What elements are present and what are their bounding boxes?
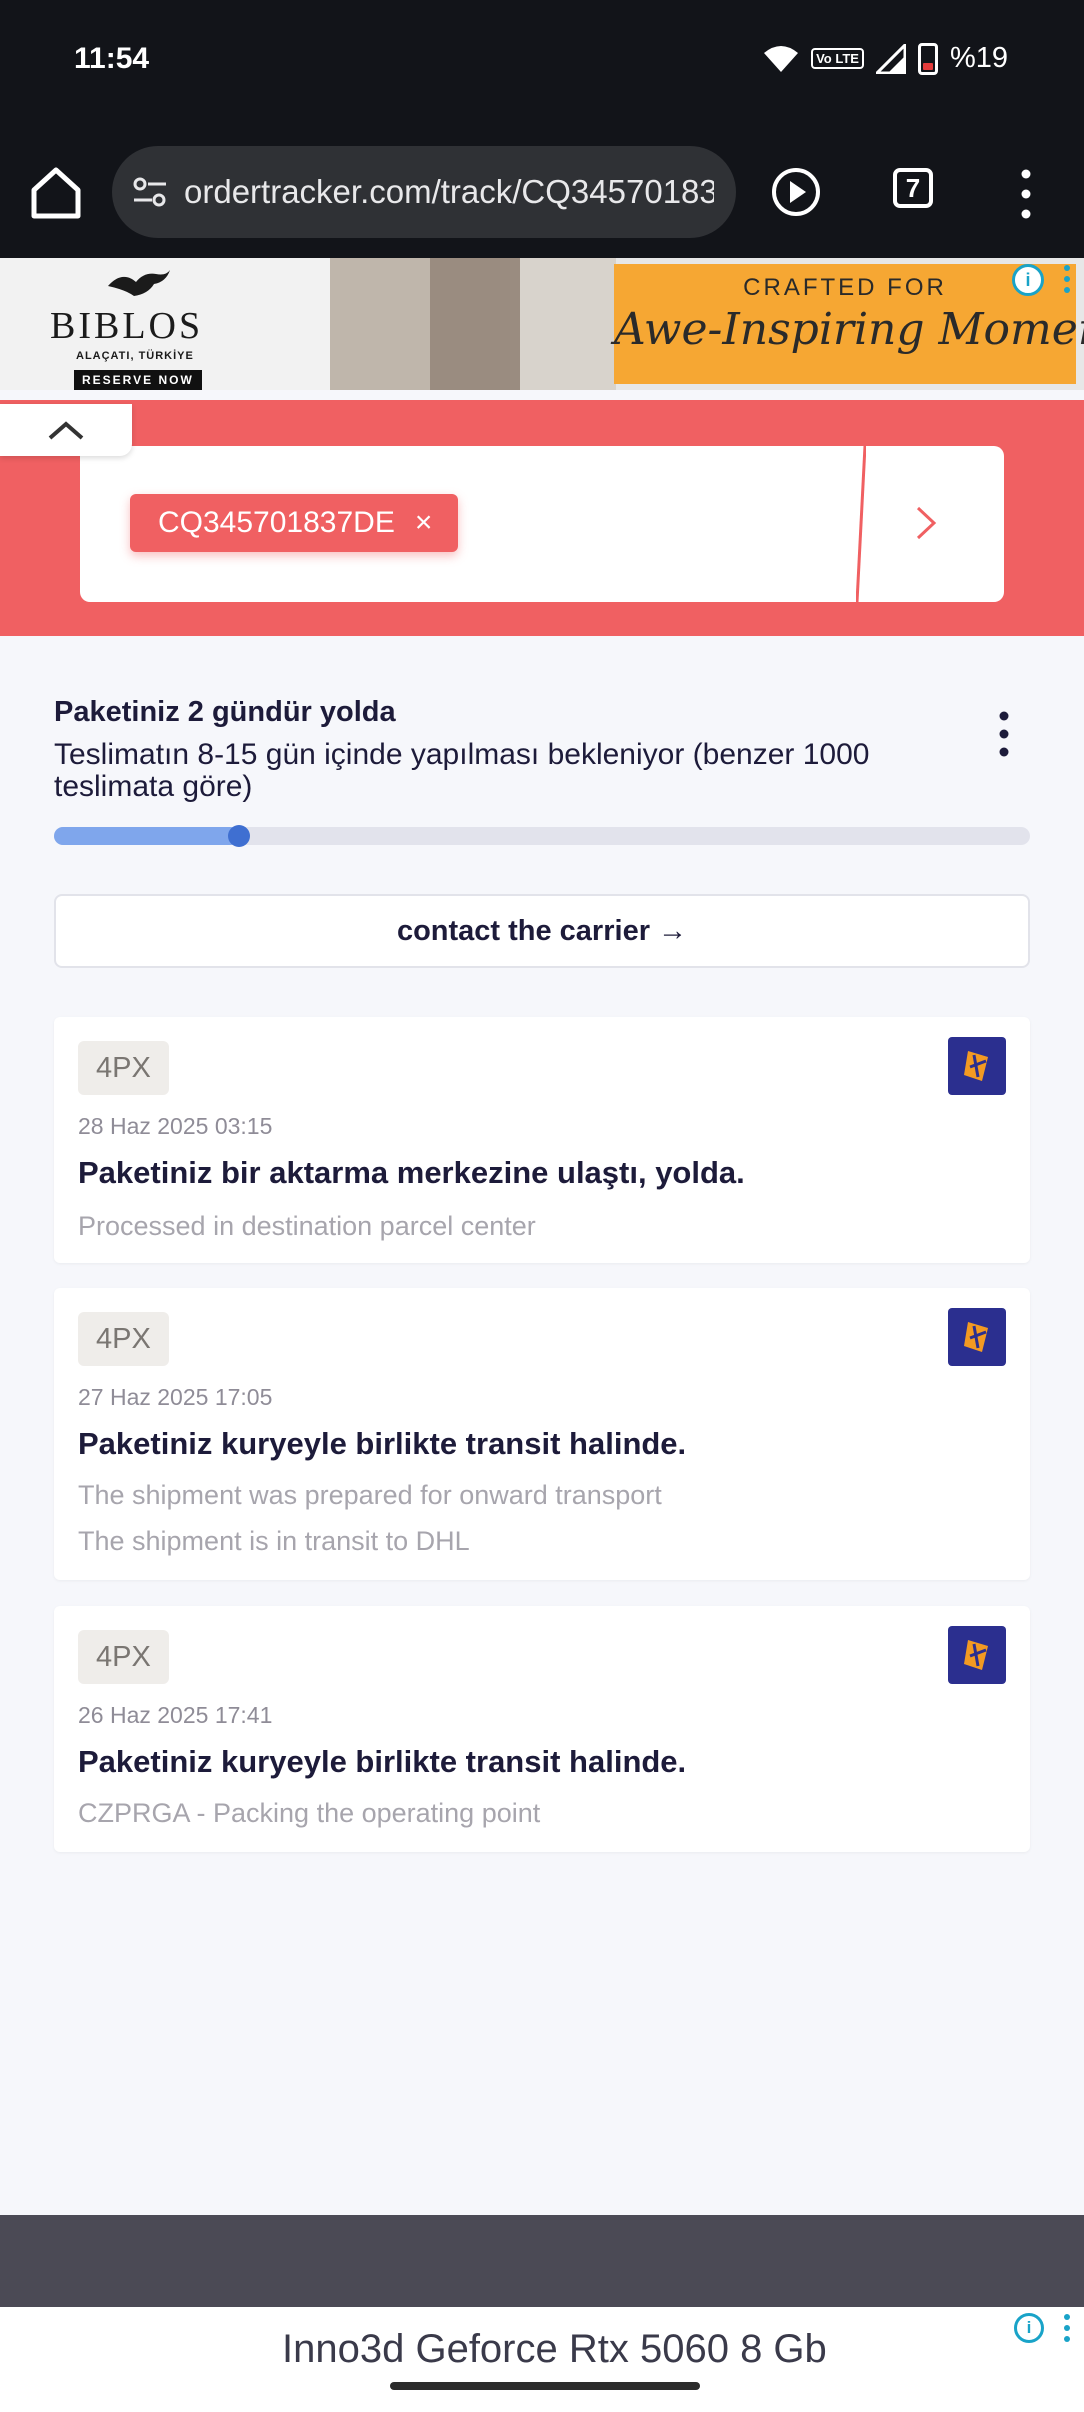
tracking-event-card: 4PX 27 Haz 2025 17:05 Paketiniz kuryeyle… — [54, 1288, 1030, 1580]
ad-options-icon[interactable] — [1062, 2313, 1072, 2343]
carrier-badge: 4PX — [78, 1312, 169, 1366]
more-options-icon[interactable] — [998, 710, 1010, 758]
remove-chip-icon[interactable]: × — [415, 506, 433, 540]
gesture-navigation-bar[interactable] — [390, 2382, 700, 2390]
wifi-icon — [764, 45, 799, 72]
battery-icon — [917, 42, 938, 75]
menu-icon[interactable] — [1010, 166, 1042, 222]
signal-icon — [875, 43, 906, 74]
ad-banner[interactable]: BIBLOS ALAÇATI, TÜRKİYE RESERVE NOW CRAF… — [0, 258, 1084, 390]
tracking-search-box[interactable]: CQ345701837DE × — [80, 446, 1004, 602]
event-detail: The shipment is in transit to DHL — [78, 1526, 470, 1556]
ad-location: ALAÇATI, TÜRKİYE — [76, 350, 194, 362]
site-settings-icon[interactable] — [130, 172, 170, 212]
carrier-logo-icon — [948, 1626, 1006, 1684]
page-footer — [0, 2215, 1084, 2307]
event-detail: Processed in destination parcel center — [78, 1211, 536, 1241]
contact-carrier-button[interactable]: contact the carrier → — [54, 894, 1030, 968]
tabs-button[interactable]: 7 — [893, 168, 933, 208]
event-title: Paketiniz kuryeyle birlikte transit hali… — [78, 1744, 687, 1779]
ad-image[interactable]: BIBLOS ALAÇATI, TÜRKİYE RESERVE NOW — [0, 258, 616, 390]
browser-toolbar: ordertracker.com/track/CQ345701837DE 7 — [0, 126, 1084, 258]
clock: 11:54 — [74, 42, 150, 75]
ad-info-icon[interactable]: i — [1012, 264, 1044, 296]
collapse-button[interactable] — [0, 404, 132, 456]
chevron-up-icon — [48, 421, 84, 440]
delivery-progress-bar — [54, 825, 1030, 847]
status-title: Paketiniz 2 gündür yolda — [54, 696, 396, 728]
ad-cta[interactable]: RESERVE NOW — [74, 370, 202, 390]
event-detail: The shipment was prepared for onward tra… — [78, 1480, 662, 1510]
carrier-badge: 4PX — [78, 1041, 169, 1095]
carrier-badge: 4PX — [78, 1630, 169, 1684]
search-divider — [856, 446, 866, 602]
play-icon[interactable] — [770, 166, 822, 218]
url-text[interactable]: ordertracker.com/track/CQ345701837DE — [184, 173, 714, 211]
event-detail: CZPRGA - Packing the operating point — [78, 1798, 541, 1828]
bottom-ad-banner[interactable]: Inno3d Geforce Rtx 5060 8 Gb i — [0, 2307, 1084, 2412]
system-status-bar: 11:54 Vo LTE %19 — [0, 0, 1084, 126]
tracking-number: CQ345701837DE — [158, 506, 395, 539]
status-description: Teslimatın 8-15 gün içinde yapılması bek… — [54, 738, 870, 803]
battery-level: %19 — [949, 42, 1008, 74]
home-icon[interactable] — [30, 164, 82, 220]
event-date: 27 Haz 2025 17:05 — [78, 1384, 273, 1410]
tracking-event-card: 4PX 28 Haz 2025 03:15 Paketiniz bir akta… — [54, 1017, 1030, 1263]
ad-brand: BIBLOS — [50, 305, 204, 347]
tracking-event-card: 4PX 26 Haz 2025 17:41 Paketiniz kuryeyle… — [54, 1606, 1030, 1852]
bottom-ad-text[interactable]: Inno3d Geforce Rtx 5060 8 Gb — [282, 2327, 827, 2372]
carrier-logo-icon — [948, 1037, 1006, 1095]
volte-icon: Vo LTE — [811, 48, 864, 69]
event-title: Paketiniz kuryeyle birlikte transit hali… — [78, 1426, 687, 1461]
ad-tagline: CRAFTED FOR — [743, 274, 947, 301]
carrier-logo-icon — [948, 1308, 1006, 1366]
event-date: 28 Haz 2025 03:15 — [78, 1113, 273, 1139]
event-title: Paketiniz bir aktarma merkezine ulaştı, … — [78, 1155, 745, 1190]
progress-marker — [228, 825, 251, 847]
ad-tagline-panel[interactable]: CRAFTED FOR Awe-Inspiring Moments — [614, 264, 1084, 384]
ad-script-text: Awe-Inspiring Moments — [614, 304, 1084, 355]
address-bar[interactable]: ordertracker.com/track/CQ345701837DE — [112, 146, 736, 238]
event-date: 26 Haz 2025 17:41 — [78, 1702, 273, 1728]
ad-options-icon[interactable] — [1062, 264, 1072, 294]
chevron-right-icon[interactable] — [912, 498, 940, 548]
ad-info-icon[interactable]: i — [1014, 2313, 1044, 2343]
status-icons: Vo LTE %19 — [763, 42, 1008, 75]
bird-logo-icon — [108, 270, 170, 296]
tracking-hero: CQ345701837DE × — [0, 400, 1084, 636]
delivery-status: Paketiniz 2 gündür yolda Teslimatın 8-15… — [54, 696, 1030, 803]
progress-fill — [54, 827, 240, 845]
tracking-number-chip[interactable]: CQ345701837DE × — [130, 494, 459, 552]
